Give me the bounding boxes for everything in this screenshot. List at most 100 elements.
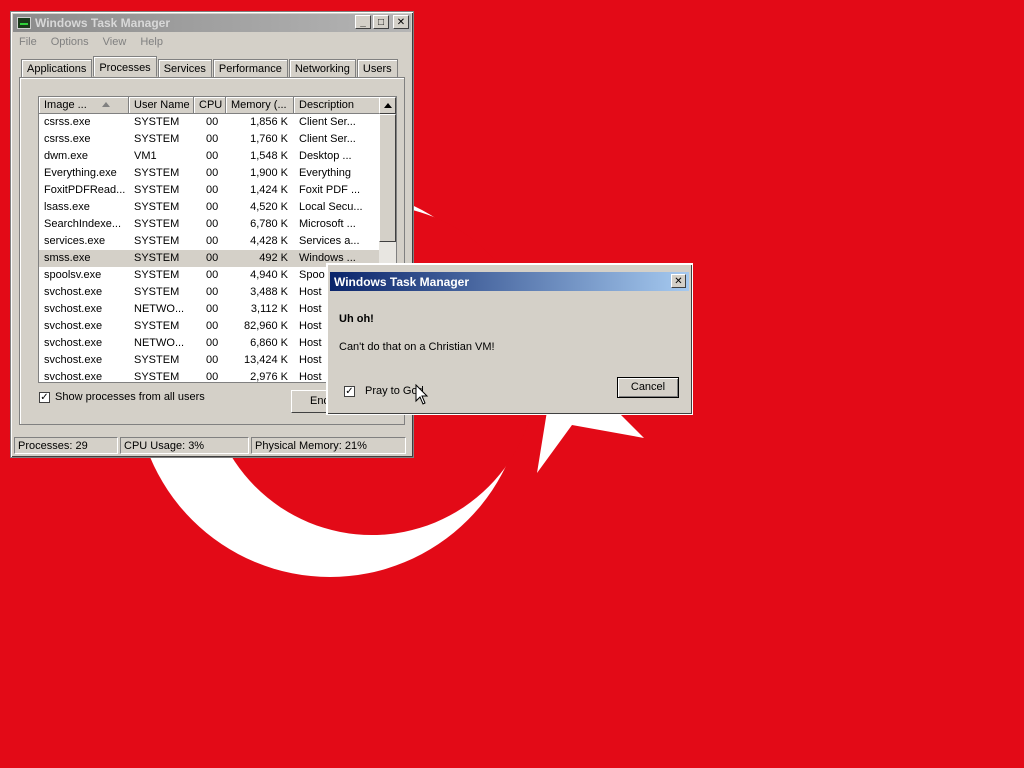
process-memory: 1,760 K — [250, 133, 288, 145]
process-row[interactable]: csrss.exe SYSTEM 00 1,856 K Client Ser... — [39, 114, 380, 131]
window-title: Windows Task Manager — [35, 16, 171, 30]
column-user-name[interactable]: User Name — [129, 97, 194, 114]
process-memory: 1,900 K — [250, 167, 288, 179]
process-list-header: Image ... User Name CPU Memory (... Desc… — [39, 97, 380, 114]
task-manager-titlebar[interactable]: Windows Task Manager _ □ ✕ — [13, 14, 411, 32]
process-image-name: lsass.exe — [44, 201, 90, 213]
column-image-name[interactable]: Image ... — [39, 97, 129, 114]
process-description: Desktop ... — [299, 150, 352, 162]
process-description: Client Ser... — [299, 133, 356, 145]
column-memory[interactable]: Memory (... — [226, 97, 294, 114]
process-image-name: dwm.exe — [44, 150, 89, 162]
process-image-name: smss.exe — [44, 252, 91, 264]
process-user-name: SYSTEM — [134, 320, 180, 332]
tab-networking[interactable]: Networking — [288, 59, 356, 77]
dialog-close-button[interactable]: ✕ — [671, 274, 686, 288]
process-cpu: 00 — [206, 320, 219, 332]
pray-option[interactable]: ✓ Pray to God — [344, 385, 424, 397]
process-cpu: 00 — [206, 269, 219, 281]
minimize-button[interactable]: _ — [355, 15, 371, 29]
process-user-name: NETWO... — [134, 303, 185, 315]
menu-file[interactable]: File — [19, 36, 37, 48]
process-user-name: SYSTEM — [134, 218, 180, 230]
process-memory: 4,520 K — [250, 201, 288, 213]
dialog-titlebar[interactable]: Windows Task Manager ✕ — [330, 272, 689, 291]
process-memory: 492 K — [259, 252, 288, 264]
process-memory: 13,424 K — [243, 354, 288, 366]
process-image-name: FoxitPDFRead... — [44, 184, 126, 196]
process-row[interactable]: FoxitPDFRead... SYSTEM 00 1,424 K Foxit PDF … — [39, 182, 380, 199]
process-cpu: 00 — [206, 286, 219, 298]
process-cpu: 00 — [206, 218, 219, 230]
process-memory: 6,860 K — [250, 337, 288, 349]
process-cpu: 00 — [206, 337, 219, 349]
process-cpu: 00 — [206, 116, 219, 128]
status-process-count: Processes: 29 — [14, 437, 118, 454]
process-memory: 1,856 K — [250, 116, 288, 128]
process-memory: 82,960 K — [243, 320, 288, 332]
process-user-name: SYSTEM — [134, 133, 180, 145]
process-cpu: 00 — [206, 235, 219, 247]
uh-oh-dialog: Windows Task Manager ✕ Uh oh! Can't do t… — [326, 263, 693, 415]
process-image-name: SearchIndexe... — [44, 218, 122, 230]
sort-ascending-icon — [102, 102, 110, 107]
process-memory: 1,424 K — [250, 184, 288, 196]
process-memory: 4,940 K — [250, 269, 288, 281]
tab-applications[interactable]: Applications — [21, 59, 93, 77]
mouse-cursor-icon — [415, 384, 429, 405]
process-image-name: csrss.exe — [44, 116, 91, 128]
process-image-name: csrss.exe — [44, 133, 91, 145]
process-user-name: SYSTEM — [134, 116, 180, 128]
process-memory: 4,428 K — [250, 235, 288, 247]
menu-options[interactable]: Options — [51, 36, 89, 48]
tab-performance[interactable]: Performance — [212, 59, 288, 77]
close-button[interactable]: ✕ — [393, 15, 409, 29]
process-user-name: SYSTEM — [134, 269, 180, 281]
process-row[interactable]: services.exe SYSTEM 00 4,428 K Services a... — [39, 233, 380, 250]
show-all-users-checkbox[interactable]: ✓ — [39, 391, 50, 403]
show-all-users-label: Show processes from all users — [55, 391, 205, 403]
scroll-up-arrow-icon[interactable] — [379, 97, 396, 114]
process-image-name: Everything.exe — [44, 167, 117, 179]
process-description: Everything — [299, 167, 351, 179]
column-image-label: Image ... — [44, 99, 87, 111]
process-cpu: 00 — [206, 303, 219, 315]
status-physical-memory: Physical Memory: 21% — [251, 437, 406, 454]
process-memory: 3,112 K — [250, 303, 288, 315]
dialog-message: Can't do that on a Christian VM! — [339, 341, 495, 353]
process-description: Microsoft ... — [299, 218, 356, 230]
process-cpu: 00 — [206, 167, 219, 179]
maximize-button[interactable]: □ — [373, 15, 389, 29]
process-user-name: SYSTEM — [134, 354, 180, 366]
cancel-button[interactable]: Cancel — [617, 377, 679, 398]
menu-help[interactable]: Help — [140, 36, 163, 48]
tab-strip: Applications Processes Services Performa… — [21, 56, 399, 77]
tab-processes[interactable]: Processes — [93, 56, 157, 77]
process-row[interactable]: Everything.exe SYSTEM 00 1,900 K Everything — [39, 165, 380, 182]
pray-checkbox[interactable]: ✓ — [344, 385, 355, 397]
process-memory: 1,548 K — [250, 150, 288, 162]
tab-services[interactable]: Services — [157, 59, 212, 77]
process-image-name: spoolsv.exe — [44, 269, 102, 281]
process-row[interactable]: csrss.exe SYSTEM 00 1,760 K Client Ser... — [39, 131, 380, 148]
process-image-name: svchost.exe — [44, 371, 103, 383]
process-user-name: NETWO... — [134, 337, 185, 349]
show-all-users-option[interactable]: ✓ Show processes from all users — [39, 391, 205, 403]
menu-view[interactable]: View — [103, 36, 127, 48]
process-user-name: SYSTEM — [134, 184, 180, 196]
status-bar: Processes: 29 CPU Usage: 3% Physical Mem… — [14, 437, 406, 454]
process-row[interactable]: lsass.exe SYSTEM 00 4,520 K Local Secu... — [39, 199, 380, 216]
process-cpu: 00 — [206, 371, 219, 383]
status-cpu-usage: CPU Usage: 3% — [120, 437, 249, 454]
process-cpu: 00 — [206, 150, 219, 162]
process-image-name: svchost.exe — [44, 337, 103, 349]
process-user-name: SYSTEM — [134, 286, 180, 298]
column-description[interactable]: Description — [294, 97, 380, 114]
tab-users[interactable]: Users — [356, 59, 398, 77]
column-cpu[interactable]: CPU — [194, 97, 226, 114]
task-manager-icon — [17, 17, 31, 29]
process-user-name: SYSTEM — [134, 252, 180, 264]
process-row[interactable]: dwm.exe VM1 00 1,548 K Desktop ... — [39, 148, 380, 165]
process-row[interactable]: SearchIndexe... SYSTEM 00 6,780 K Microsoft … — [39, 216, 380, 233]
scrollbar-thumb[interactable] — [379, 114, 396, 242]
